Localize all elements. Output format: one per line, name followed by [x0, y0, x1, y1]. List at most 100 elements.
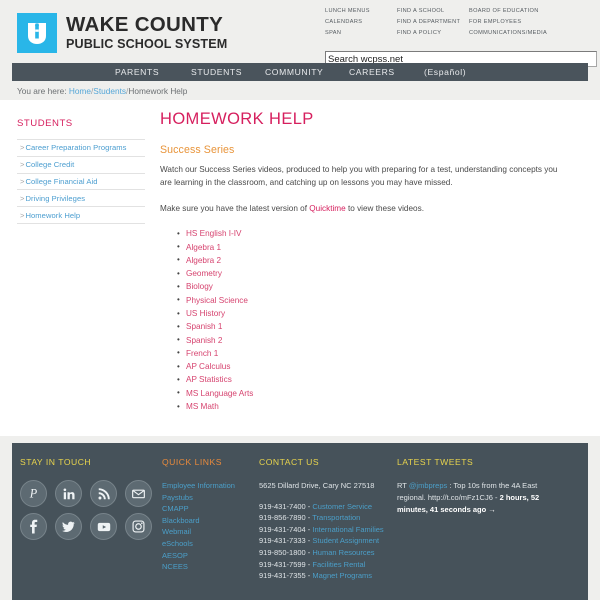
header-link-for-employees[interactable]: FOR EMPLOYEES [469, 17, 579, 28]
header-link-calendars[interactable]: CALENDARS [325, 17, 397, 28]
nav-item-students[interactable]: STUDENTS [191, 67, 242, 77]
footer-latest-tweets: LATEST TWEETS RT @jmbpreps : Top 10s fro… [397, 457, 562, 515]
subject-link-ap-statistics[interactable]: AP Statistics [186, 375, 232, 384]
subject-link-algebra-1[interactable]: Algebra 1 [186, 243, 221, 252]
footer-phone-row: 919-431-7599 - Facilities Rental [259, 559, 399, 571]
sidebar-item-label: Homework Help [25, 210, 81, 220]
sidebar-item-career-preparation-programs[interactable]: >Career Preparation Programs [17, 139, 145, 157]
chevron-right-icon: > [20, 143, 25, 153]
tweet-prefix: RT [397, 481, 409, 490]
nav-item-parents[interactable]: PARENTS [115, 67, 159, 77]
footer-phone-label-facilities-rental[interactable]: Facilities Rental [312, 560, 365, 569]
section-subtitle: Success Series [160, 144, 235, 156]
subject-link-french-1[interactable]: French 1 [186, 349, 218, 358]
logo-title-line1: WAKE COUNTY [66, 13, 224, 37]
footer-link-cmapp[interactable]: CMAPP [162, 503, 262, 515]
sidebar-item-college-financial-aid[interactable]: >College Financial Aid [17, 172, 145, 191]
quicktime-link[interactable]: Quicktime [309, 204, 345, 213]
footer-phone-label-magnet-programs[interactable]: Magnet Programs [312, 571, 372, 580]
nav-item-espanol[interactable]: (Español) [424, 67, 466, 77]
footer-phone-row: 919-431-7404 - International Families [259, 524, 399, 536]
subject-link-biology[interactable]: Biology [186, 282, 213, 291]
header-link-communications-media[interactable]: COMMUNICATIONS/MEDIA [469, 28, 579, 39]
page-root: WAKE COUNTY PUBLIC SCHOOL SYSTEM LUNCH M… [0, 0, 600, 600]
site-logo[interactable]: WAKE COUNTY PUBLIC SCHOOL SYSTEM [17, 13, 227, 53]
header-link-find-a-policy[interactable]: FIND A POLICY [397, 28, 469, 39]
header-link-span[interactable]: SPAN [325, 28, 397, 39]
page-title: HOMEWORK HELP [160, 110, 314, 128]
quicktime-paragraph: Make sure you have the latest version of… [160, 202, 564, 215]
breadcrumb-link-home[interactable]: Home [69, 86, 91, 96]
footer-link-ncees[interactable]: NCEES [162, 561, 262, 573]
breadcrumb: You are here: Home/Students/Homework Hel… [17, 86, 187, 96]
rss-icon[interactable] [90, 480, 117, 507]
list-item: MS Language Arts [177, 386, 570, 400]
chevron-right-icon: > [20, 210, 25, 220]
footer-heading-contact-us: CONTACT US [259, 457, 320, 467]
footer-link-webmail[interactable]: Webmail [162, 526, 262, 538]
footer-phone-number: 919-431-7333 [259, 536, 306, 546]
youtube-icon[interactable] [90, 513, 117, 540]
footer-phone-number: 919-431-7599 [259, 559, 306, 569]
tweet-handle[interactable]: @jmbpreps [409, 481, 447, 490]
list-item: Algebra 2 [177, 253, 570, 267]
footer-link-paystubs[interactable]: Paystubs [162, 492, 262, 504]
footer-address: 5625 Dillard Drive, Cary NC 27518 [259, 481, 375, 490]
intro-paragraph: Watch our Success Series videos, produce… [160, 165, 558, 188]
subject-link-spanish-2[interactable]: Spanish 2 [186, 336, 222, 345]
tweet-url[interactable]: http://t.co/mFz1CJ6 [428, 493, 493, 502]
pinterest-icon[interactable]: P [20, 480, 47, 507]
list-item: Spanish 2 [177, 333, 570, 347]
header-link-board-of-education[interactable]: BOARD OF EDUCATION [469, 6, 579, 17]
footer-phone-row: 919-431-7355 - Magnet Programs [259, 570, 399, 582]
acorn-shield-icon [17, 13, 57, 53]
footer-phone-label-international-families[interactable]: International Families [312, 525, 383, 534]
subject-link-ms-math[interactable]: MS Math [186, 402, 219, 411]
main-navigation: PARENTS STUDENTS COMMUNITY CAREERS (Espa… [12, 63, 588, 81]
footer-link-eschools[interactable]: eSchools [162, 538, 262, 550]
sidebar-item-homework-help[interactable]: >Homework Help [17, 206, 145, 224]
subject-list: HS English I-IV Algebra 1 Algebra 2 Geom… [160, 227, 570, 413]
list-item: Biology [177, 280, 570, 294]
list-item: Physical Science [177, 293, 570, 307]
header-quick-links-col-1: LUNCH MENUS CALENDARS SPAN [325, 6, 397, 40]
footer-link-blackboard[interactable]: Blackboard [162, 515, 262, 527]
header-link-lunch-menus[interactable]: LUNCH MENUS [325, 6, 397, 17]
linkedin-icon[interactable] [55, 480, 82, 507]
subject-link-spanish-1[interactable]: Spanish 1 [186, 322, 222, 331]
sidebar-item-driving-privileges[interactable]: >Driving Privileges [17, 189, 145, 208]
breadcrumb-link-students[interactable]: Students [93, 86, 126, 96]
footer-phone-number: 919-856-7890 [259, 513, 306, 523]
subject-link-physical-science[interactable]: Physical Science [186, 296, 248, 305]
nav-item-community[interactable]: COMMUNITY [265, 67, 323, 77]
twitter-icon[interactable] [55, 513, 82, 540]
footer-phone-label-customer-service[interactable]: Customer Service [312, 502, 372, 511]
subject-link-us-history[interactable]: US History [186, 309, 225, 318]
footer-phone-label-transportation[interactable]: Transportation [312, 513, 360, 522]
subject-link-ms-language-arts[interactable]: MS Language Arts [186, 389, 253, 398]
footer-phone-label-human-resources[interactable]: Human Resources [312, 548, 374, 557]
nav-item-careers[interactable]: CAREERS [349, 67, 395, 77]
list-item: AP Calculus [177, 360, 570, 374]
header-link-find-a-school[interactable]: FIND A SCHOOL [397, 6, 469, 17]
instagram-icon[interactable] [125, 513, 152, 540]
list-item: HS English I-IV [177, 227, 570, 241]
header-link-find-a-department[interactable]: FIND A DEPARTMENT [397, 17, 469, 28]
footer-phone-label-student-assignment[interactable]: Student Assignment [312, 536, 379, 545]
footer-quick-links: QUICK LINKS Employee Information Paystub… [162, 457, 262, 573]
sidebar-item-college-credit[interactable]: >College Credit [17, 155, 145, 174]
subject-link-hs-english[interactable]: HS English I-IV [186, 229, 242, 238]
facebook-icon[interactable] [20, 513, 47, 540]
header-quick-links: LUNCH MENUS CALENDARS SPAN FIND A SCHOOL… [325, 6, 579, 40]
list-item: AP Statistics [177, 373, 570, 387]
subject-link-algebra-2[interactable]: Algebra 2 [186, 256, 221, 265]
footer-link-aesop[interactable]: AESOP [162, 550, 262, 562]
email-icon[interactable] [125, 480, 152, 507]
list-item: Spanish 1 [177, 320, 570, 334]
footer-phone-row: 919-850-1800 - Human Resources [259, 547, 399, 559]
footer-phone-number: 919-431-7404 [259, 524, 306, 534]
subject-link-geometry[interactable]: Geometry [186, 269, 222, 278]
footer-phone-number: 919-850-1800 [259, 547, 306, 557]
subject-link-ap-calculus[interactable]: AP Calculus [186, 362, 230, 371]
footer-link-employee-information[interactable]: Employee Information [162, 480, 262, 492]
